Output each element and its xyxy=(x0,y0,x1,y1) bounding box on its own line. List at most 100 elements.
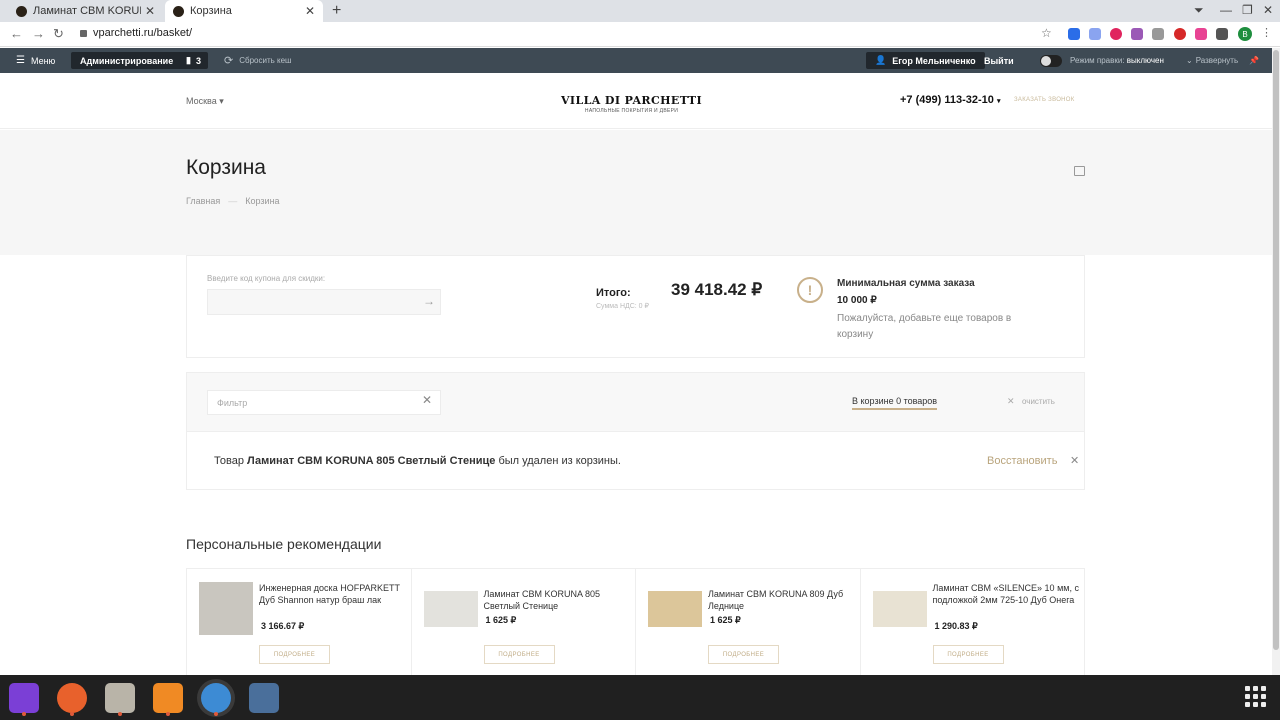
product-name[interactable]: Ламинат CBM KORUNA 805 Светлый Стенице xyxy=(484,588,634,612)
coupon-submit-arrow-icon[interactable]: → xyxy=(423,294,435,308)
extension-icon[interactable] xyxy=(1174,28,1186,40)
extension-icon[interactable] xyxy=(1195,28,1207,40)
callback-link[interactable]: ЗАКАЗАТЬ ЗВОНОК xyxy=(1014,97,1075,103)
app-grid-icon[interactable] xyxy=(1245,686,1267,708)
chrome-icon[interactable] xyxy=(201,683,231,713)
notification-icon: ▮ xyxy=(186,55,191,65)
chevron-down-icon: ⌄ xyxy=(1186,56,1193,65)
coupon-input[interactable] xyxy=(207,289,441,315)
logo-sub: НАПОЛЬНЫЕ ПОКРЫТИЯ И ДВЕРИ xyxy=(584,108,679,114)
extension-icon[interactable] xyxy=(1131,28,1143,40)
product-thumbnail[interactable] xyxy=(423,591,478,627)
taskbar xyxy=(0,675,1280,720)
product-name[interactable]: Инженерная доска HOFPARKETT Дуб Shannon … xyxy=(259,582,409,606)
breadcrumb-home[interactable]: Главная xyxy=(186,196,220,206)
filter-clear-icon[interactable]: ✕ xyxy=(422,393,432,407)
new-tab-button[interactable]: + xyxy=(332,2,341,20)
browser-menu-icon[interactable]: ⋮ xyxy=(1261,26,1272,39)
product-thumbnail[interactable] xyxy=(199,582,253,635)
phpstorm-icon[interactable] xyxy=(9,683,39,713)
forward-icon[interactable]: → xyxy=(32,26,45,41)
details-button[interactable]: ПОДРОБНЕЕ xyxy=(932,645,1004,664)
vat-amount: Сумма НДС: 0 ₽ xyxy=(596,303,649,310)
filter-input[interactable]: Фильтр xyxy=(207,390,441,415)
profile-avatar[interactable]: В xyxy=(1238,27,1252,41)
cart-summary: Введите код купона для скидки: → Итого: … xyxy=(186,255,1085,358)
phone-number[interactable]: +7 (499) 113-32-10 ▾ xyxy=(900,94,1000,106)
close-window-icon[interactable]: ✕ xyxy=(1263,3,1273,17)
adblock-icon[interactable] xyxy=(1110,28,1122,40)
print-icon[interactable] xyxy=(1074,166,1085,176)
tab-title: Ламинат CBM KORUNA 8 xyxy=(33,5,141,17)
bookmark-star-icon[interactable]: ☆ xyxy=(1041,26,1052,40)
minimize-icon[interactable]: — xyxy=(1220,3,1232,17)
admin-panel: ☰ Меню Администрирование ▮ 3 ⟳ Сбросить … xyxy=(0,48,1272,73)
edit-mode-value: выключен xyxy=(1126,56,1164,65)
product-thumbnail[interactable] xyxy=(648,591,702,627)
expand-label: Развернуть xyxy=(1195,56,1239,65)
recommendations-title: Персональные рекомендации xyxy=(186,536,382,552)
tab-search-icon[interactable]: ⏷ xyxy=(1194,3,1204,18)
reset-cache-label: Сбросить кеш xyxy=(239,56,292,65)
screenshot-icon[interactable] xyxy=(249,683,279,713)
total-value: 39 418.42 ₽ xyxy=(671,280,763,299)
min-order-note: Пожалуйста, добавьте еще товаров в корзи… xyxy=(837,313,1012,340)
product-price: 3 166.67 ₽ xyxy=(261,621,305,631)
product-name[interactable]: Ламинат CBM KORUNA 809 Дуб Леднице xyxy=(708,588,858,612)
sublime-icon[interactable] xyxy=(153,683,183,713)
tab-basket[interactable]: Корзина ✕ xyxy=(165,0,323,22)
url-field[interactable]: vparchetti.ru/basket/ xyxy=(80,27,192,39)
details-button[interactable]: ПОДРОБНЕЕ xyxy=(708,645,779,664)
running-indicator xyxy=(214,712,218,716)
page-scrollbar[interactable] xyxy=(1272,48,1280,675)
puzzle-icon[interactable] xyxy=(1216,28,1228,40)
pin-icon[interactable]: 📌 xyxy=(1249,48,1259,73)
clear-cart-button[interactable]: очистить xyxy=(1022,397,1055,406)
tab-close-icon[interactable]: ✕ xyxy=(145,4,155,18)
product-card[interactable]: Ламинат CBM KORUNA 805 Светлый Стенице 1… xyxy=(412,569,636,675)
removed-notice: Товар Ламинат CBM KORUNA 805 Светлый Сте… xyxy=(186,431,1085,490)
phone-text: +7 (499) 113-32-10 xyxy=(900,94,994,106)
reset-cache-button[interactable]: ⟳ Сбросить кеш xyxy=(224,48,291,73)
firefox-icon[interactable] xyxy=(57,683,87,713)
scrollbar-thumb[interactable] xyxy=(1273,50,1279,650)
product-name[interactable]: Ламинат CBM «SILENCE» 10 мм, с подложкой… xyxy=(933,582,1083,606)
site-header: Москва ▾ VILLA DI PARCHETTI НАПОЛЬНЫЕ ПО… xyxy=(0,74,1272,129)
in-cart-count[interactable]: В корзине 0 товаров xyxy=(852,396,938,410)
tab-close-icon[interactable]: ✕ xyxy=(305,4,315,18)
back-icon[interactable]: ← xyxy=(10,26,23,41)
reload-icon[interactable]: ↻ xyxy=(53,26,64,42)
city-selector[interactable]: Москва ▾ xyxy=(186,96,224,107)
extension-icon[interactable] xyxy=(1068,28,1080,40)
logout-button[interactable]: Выйти xyxy=(984,48,1014,73)
restore-button[interactable]: Восстановить xyxy=(987,455,1057,467)
tab-laminate[interactable]: Ламинат CBM KORUNA 8 ✕ xyxy=(8,0,163,22)
product-thumbnail[interactable] xyxy=(872,591,927,627)
notifications-button[interactable]: ▮ 3 xyxy=(179,52,208,69)
details-button[interactable]: ПОДРОБНЕЕ xyxy=(259,645,330,664)
notice-prefix: Товар xyxy=(214,455,244,467)
expand-button[interactable]: ⌄ Развернуть xyxy=(1186,48,1238,73)
toggle-switch-icon xyxy=(1040,54,1062,67)
url-text: vparchetti.ru/basket/ xyxy=(93,27,193,39)
product-card[interactable]: Ламинат CBM KORUNA 809 Дуб Леднице 1 625… xyxy=(636,569,861,675)
user-button[interactable]: 👤 Егор Мельниченко xyxy=(866,52,985,69)
product-card[interactable]: Инженерная доска HOFPARKETT Дуб Shannon … xyxy=(187,569,412,675)
administration-button[interactable]: Администрирование xyxy=(71,52,183,69)
extension-icon[interactable] xyxy=(1089,28,1101,40)
camera-icon[interactable] xyxy=(1152,28,1164,40)
min-order-title: Минимальная сумма заказа xyxy=(837,278,975,289)
details-button[interactable]: ПОДРОБНЕЕ xyxy=(483,645,555,664)
files-icon[interactable] xyxy=(105,683,135,713)
admin-menu-button[interactable]: ☰ Меню xyxy=(16,48,55,73)
clear-icon[interactable]: ✕ xyxy=(1007,396,1015,407)
edit-mode-toggle[interactable]: Режим правки: выключен xyxy=(1040,48,1164,73)
min-order-sum: 10 000 ₽ xyxy=(837,295,877,306)
restore-icon[interactable]: ❐ xyxy=(1242,3,1253,17)
notice-close-icon[interactable]: ✕ xyxy=(1070,454,1079,467)
site-favicon-icon xyxy=(173,5,184,17)
site-favicon-icon xyxy=(16,5,27,17)
site-logo[interactable]: VILLA DI PARCHETTI НАПОЛЬНЫЕ ПОКРЫТИЯ И … xyxy=(561,94,702,114)
product-card[interactable]: Ламинат CBM «SILENCE» 10 мм, с подложкой… xyxy=(861,569,1085,675)
product-price: 1 625 ₽ xyxy=(710,615,741,625)
